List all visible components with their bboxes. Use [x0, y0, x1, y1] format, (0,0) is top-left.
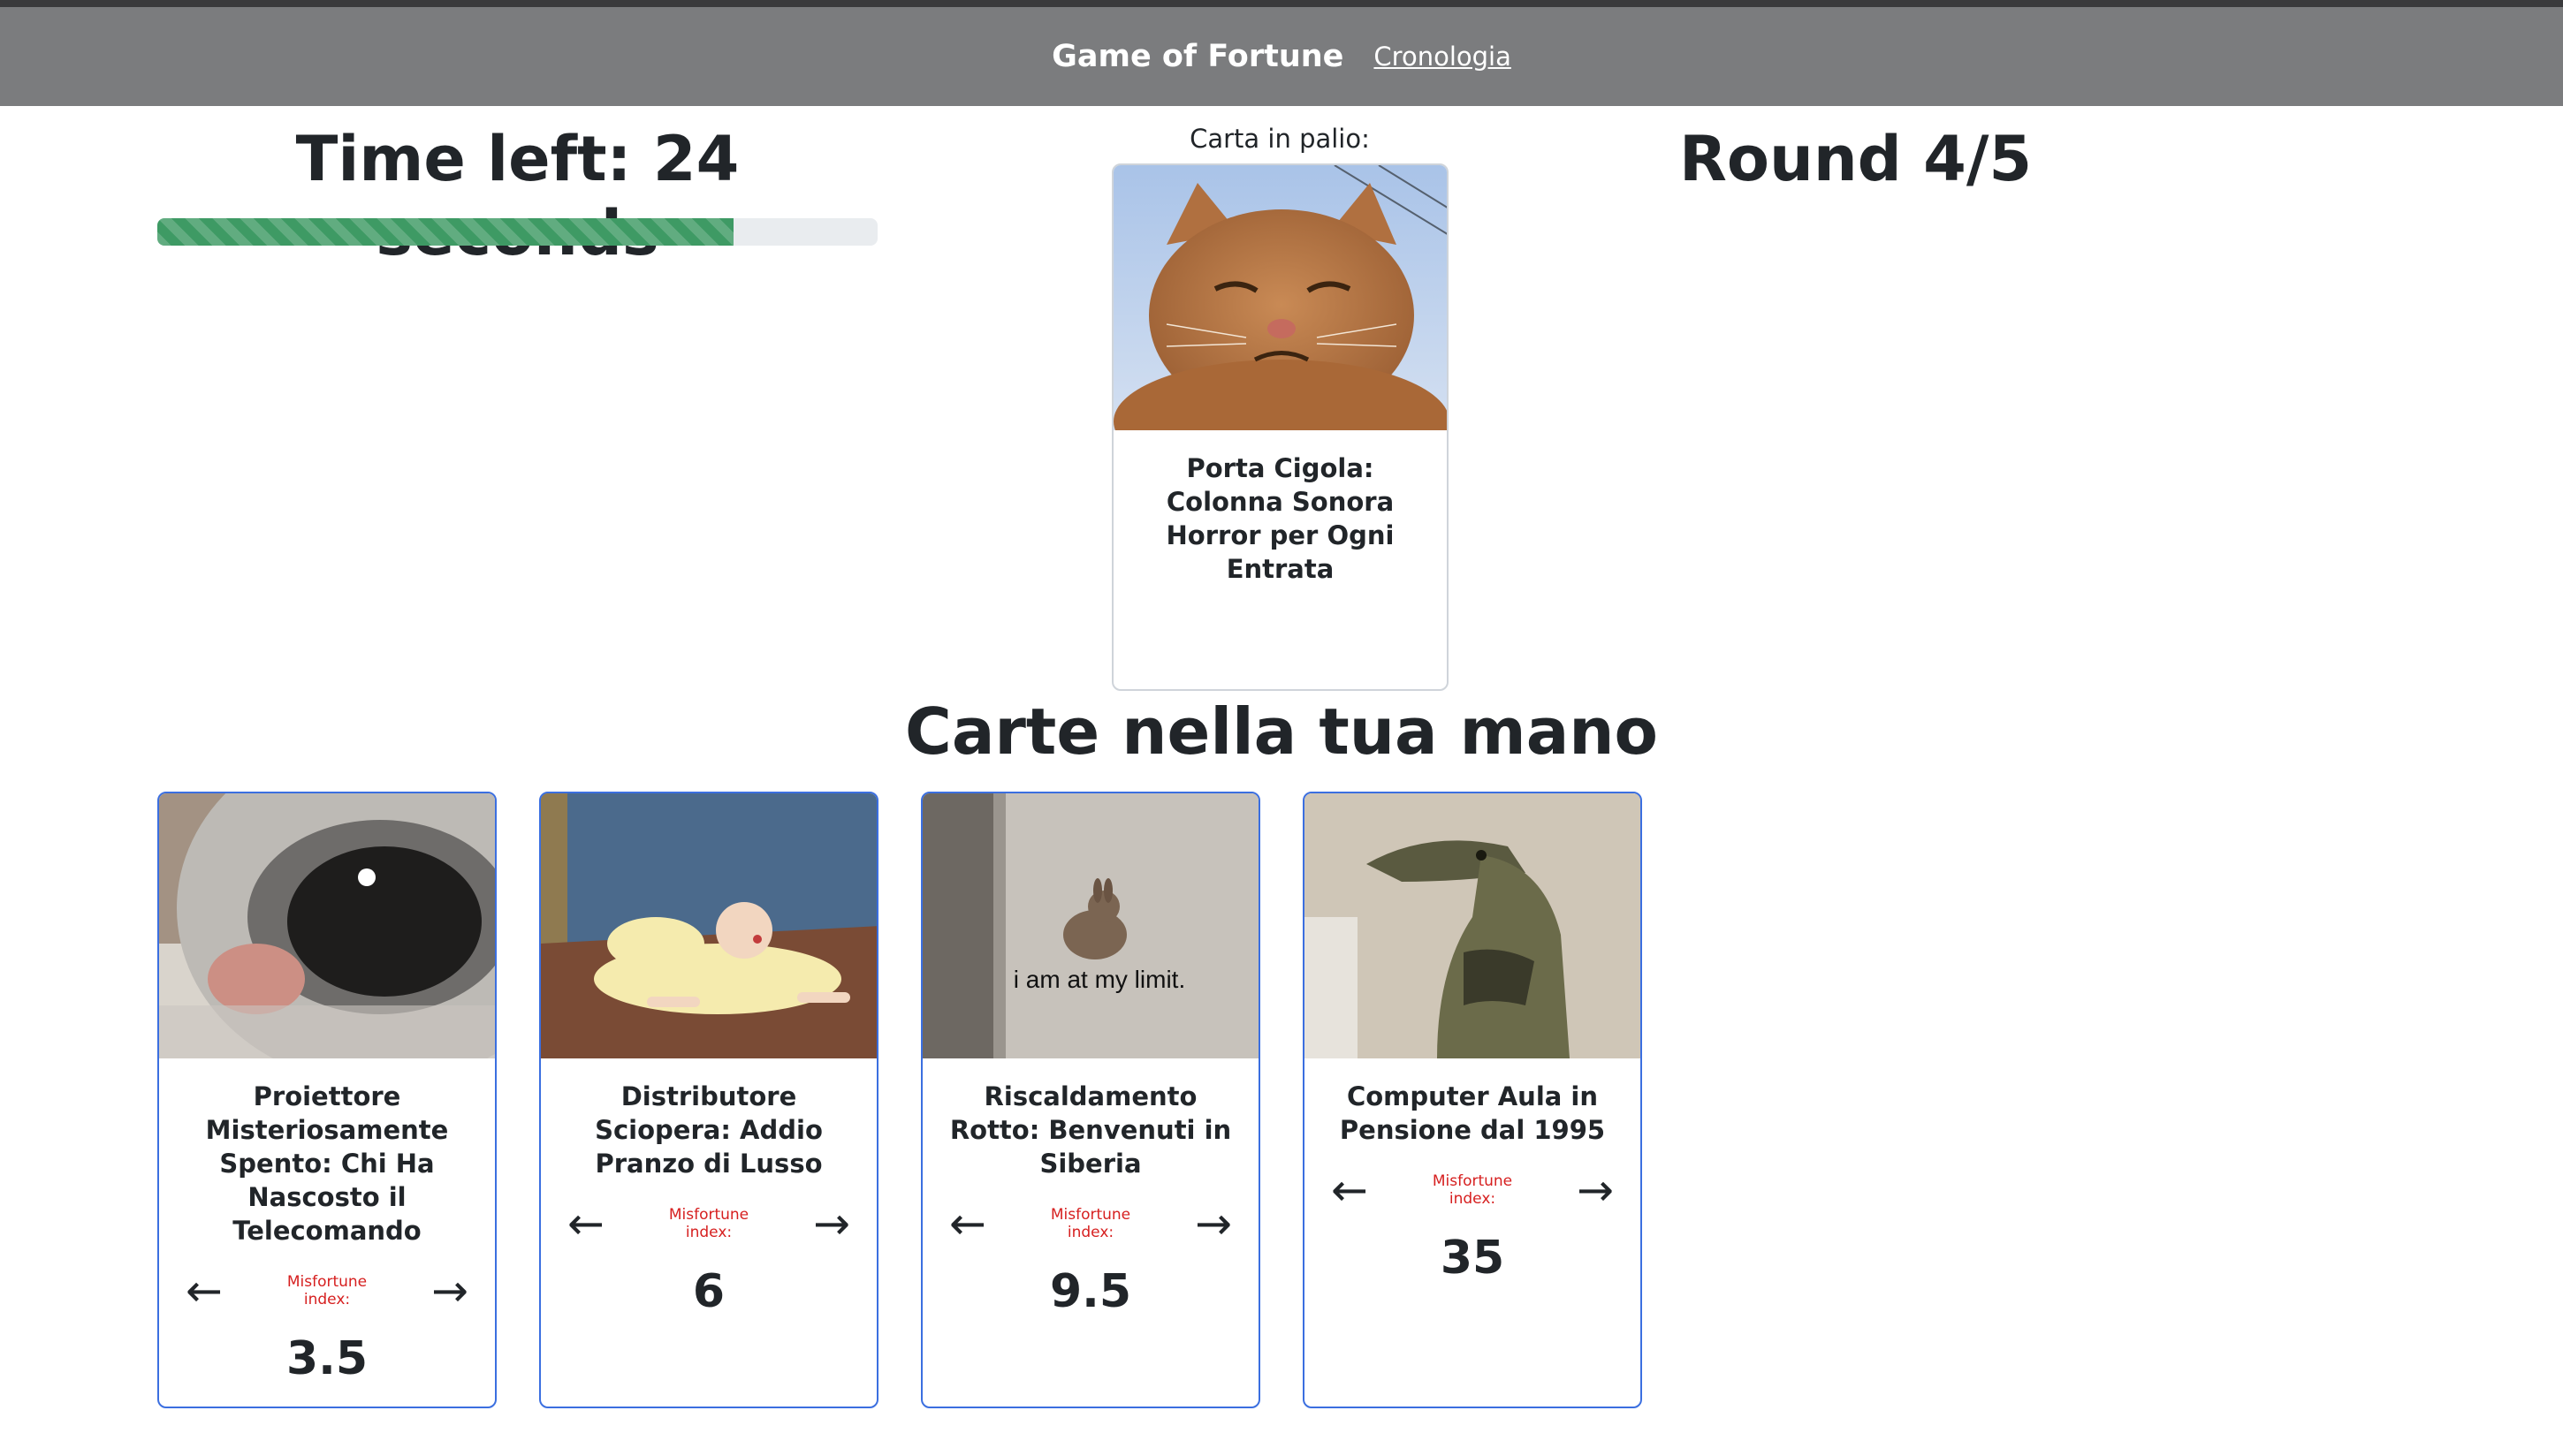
arrow-right-icon[interactable]: → — [431, 1269, 468, 1313]
timer-progress-fill — [157, 218, 734, 246]
hand-card-title: Proiettore Misteriosamente Spento: Chi H… — [205, 1081, 449, 1246]
rabbit-image: i am at my limit. — [923, 793, 1259, 1058]
stake-card-title: Porta Cigola: Colonna Sonora Horror per … — [1166, 453, 1395, 584]
hand-card-image — [1304, 793, 1640, 1058]
stake-card-image — [1114, 165, 1447, 430]
hand-card-title: Computer Aula in Pensione dal 1995 — [1339, 1081, 1606, 1145]
misfortune-label: Misfortune index: — [1050, 1206, 1131, 1241]
card-controls: ← Misfortune index: → — [159, 1269, 495, 1313]
arrow-right-icon[interactable]: → — [1195, 1202, 1232, 1246]
misfortune-score: 3.5 — [285, 1332, 369, 1385]
hand-card[interactable]: Distributore Sciopera: Addio Pranzo di L… — [539, 792, 878, 1408]
lizard-image — [1304, 793, 1640, 1058]
orange-cat-image — [1114, 165, 1447, 430]
arrow-left-icon[interactable]: ← — [186, 1269, 223, 1313]
image-caption: i am at my limit. — [1014, 966, 1185, 993]
misfortune-label: Misfortune index: — [286, 1273, 368, 1308]
top-edge-bar — [0, 0, 2563, 7]
arrow-left-icon[interactable]: ← — [1331, 1168, 1368, 1212]
hand-card[interactable]: Proiettore Misteriosamente Spento: Chi H… — [157, 792, 497, 1408]
misfortune-score: 9.5 — [1049, 1265, 1132, 1318]
stake-card: Porta Cigola: Colonna Sonora Horror per … — [1112, 163, 1449, 691]
arrow-left-icon[interactable]: ← — [949, 1202, 986, 1246]
animal-eye-image — [159, 793, 495, 1058]
round-label: Round 4/5 — [1679, 123, 2033, 195]
hand-card[interactable]: Computer Aula in Pensione dal 1995 ← Mis… — [1303, 792, 1642, 1408]
arrow-left-icon[interactable]: ← — [567, 1202, 605, 1246]
stake-label: Carta in palio: — [1190, 124, 1370, 154]
navbar: Game of Fortune Cronologia — [0, 7, 2563, 106]
hand-card-title: Riscaldamento Rotto: Benvenuti in Siberi… — [949, 1081, 1232, 1179]
arrow-right-icon[interactable]: → — [1577, 1168, 1614, 1212]
card-controls: ← Misfortune index: → — [923, 1202, 1259, 1246]
hand-card-image — [159, 793, 495, 1058]
card-controls: ← Misfortune index: → — [1304, 1168, 1640, 1212]
hand-card-title: Distributore Sciopera: Addio Pranzo di L… — [595, 1081, 823, 1179]
misfortune-score: 35 — [1440, 1232, 1505, 1285]
hand-title: Carte nella tua mano — [904, 694, 1658, 769]
cartoon-man-image — [541, 793, 877, 1058]
hand-card-image: i am at my limit. — [923, 793, 1259, 1058]
misfortune-label: Misfortune index: — [668, 1206, 749, 1241]
brand-title[interactable]: Game of Fortune — [1052, 39, 1343, 74]
misfortune-label: Misfortune index: — [1432, 1172, 1513, 1208]
hand-card[interactable]: i am at my limit. Riscaldamento Rotto: B… — [921, 792, 1260, 1408]
nav-link-cronologia[interactable]: Cronologia — [1373, 42, 1510, 72]
timer-label: Time left: 24 seconds — [295, 123, 740, 269]
hand-card-image — [541, 793, 877, 1058]
arrow-right-icon[interactable]: → — [813, 1202, 850, 1246]
timer-progress-bar — [157, 218, 878, 246]
misfortune-score: 6 — [692, 1265, 726, 1318]
card-controls: ← Misfortune index: → — [541, 1202, 877, 1246]
